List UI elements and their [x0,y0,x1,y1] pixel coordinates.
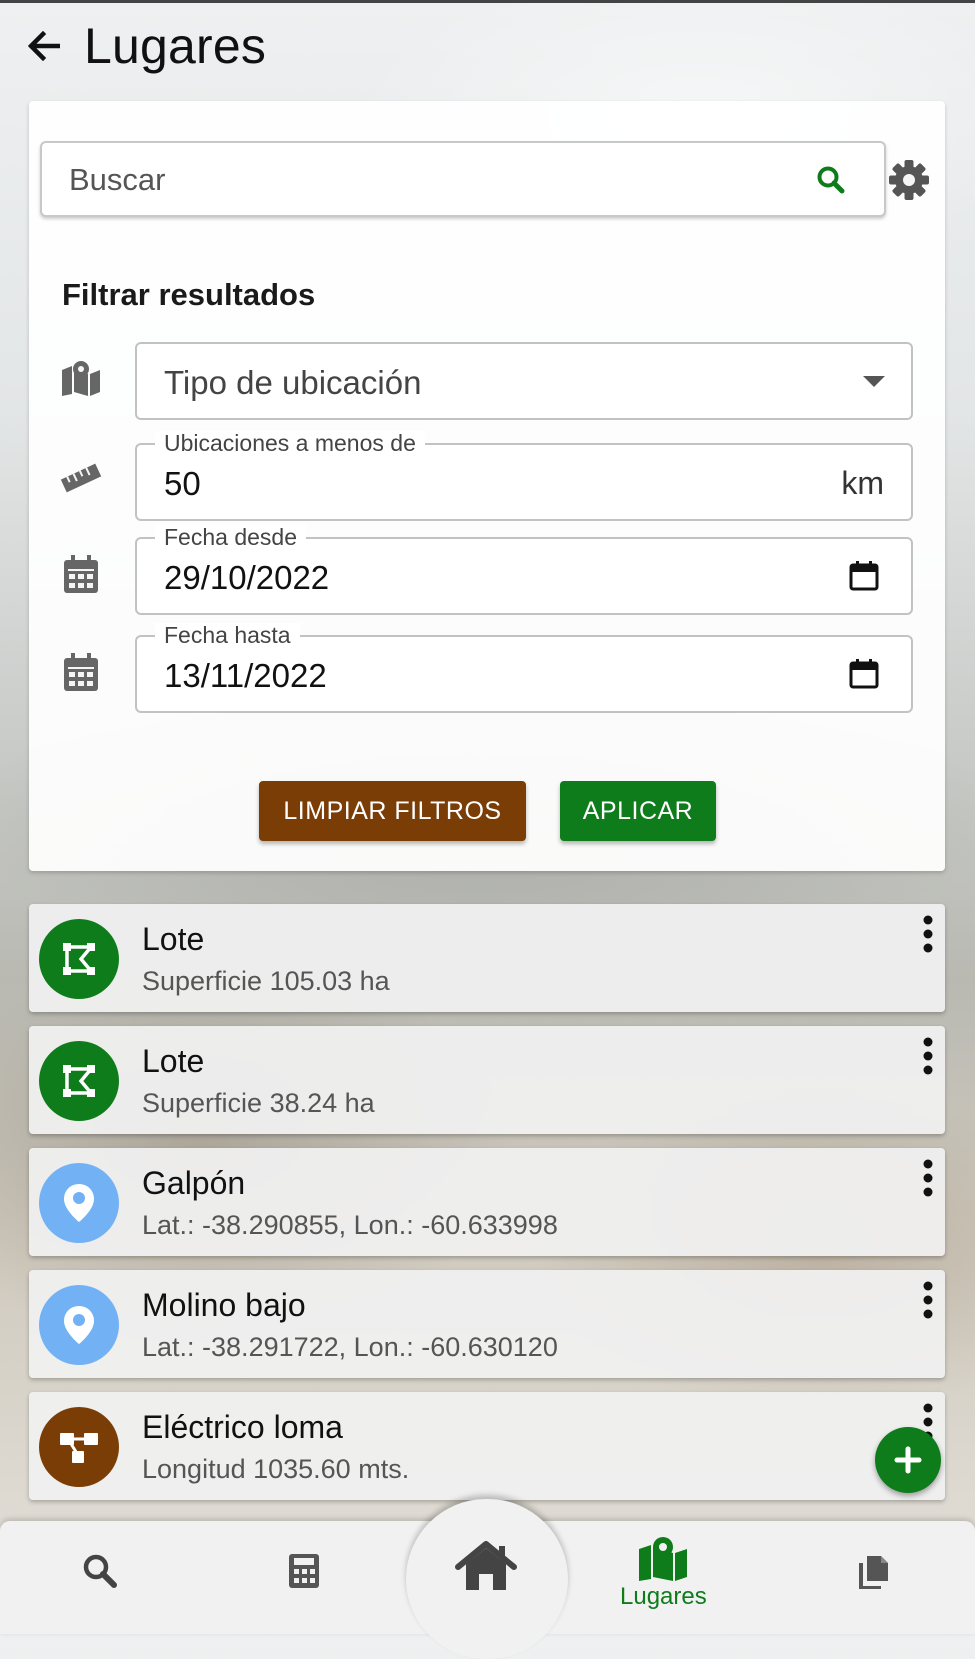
add-place-button[interactable] [875,1427,941,1493]
date-from-label: Fecha desde [155,525,306,549]
item-subtitle: Lat.: -38.290855, Lon.: -60.633998 [142,1210,558,1240]
ruler-icon [59,456,103,500]
line-network-icon [39,1407,119,1487]
date-to-label: Fecha hasta [155,623,300,647]
item-title: Lote [142,1043,205,1079]
plus-icon [894,1446,922,1474]
item-subtitle: Longitud 1035.60 mts. [142,1454,410,1484]
date-to-field[interactable]: Fecha hasta 13/11/2022 [135,623,913,713]
more-vertical-icon[interactable] [921,1280,935,1320]
calendar-icon [59,552,103,596]
documents-icon [859,1556,888,1589]
list-item[interactable]: Eléctrico loma Longitud 1035.60 mts. [29,1392,945,1500]
item-title: Molino bajo [142,1287,306,1323]
calendar-picker-icon[interactable] [849,659,879,689]
calculator-icon [289,1554,319,1588]
more-vertical-icon[interactable] [921,1158,935,1198]
date-from-field[interactable]: Fecha desde 29/10/2022 [135,525,913,615]
nav-calculator[interactable] [288,1553,320,1589]
item-subtitle: Superficie 105.03 ha [142,966,390,996]
list-item[interactable]: Lote Superficie 105.03 ha [29,904,945,1012]
more-vertical-icon[interactable] [921,914,935,954]
item-title: Lote [142,921,205,957]
distance-field[interactable]: Ubicaciones a menos de 50 km [135,431,913,521]
list-item[interactable]: Molino bajo Lat.: -38.291722, Lon.: -60.… [29,1270,945,1378]
nav-documents[interactable] [857,1555,889,1589]
list-item[interactable]: Galpón Lat.: -38.290855, Lon.: -60.63399… [29,1148,945,1256]
distance-unit: km [841,465,884,501]
distance-label: Ubicaciones a menos de [155,431,425,455]
nav-lugares[interactable]: Lugares [620,1535,707,1611]
home-icon [455,1541,517,1590]
status-bar-edge [0,0,975,3]
polygon-icon [39,919,119,999]
map-marker-icon [59,356,103,400]
nav-home[interactable] [455,1540,517,1592]
item-title: Eléctrico loma [142,1409,343,1445]
map-pin-icon [39,1163,119,1243]
header: Lugares [26,14,266,78]
filter-title: Filtrar resultados [62,277,316,312]
search-box [40,141,886,217]
date-to-value: 13/11/2022 [164,657,327,694]
search-input[interactable] [42,143,771,217]
more-vertical-icon[interactable] [921,1036,935,1076]
location-type-select[interactable]: Tipo de ubicación [135,342,913,420]
calendar-picker-icon[interactable] [849,561,879,591]
polygon-icon [39,1041,119,1121]
location-type-placeholder: Tipo de ubicación [164,364,422,401]
list-item[interactable]: Lote Superficie 38.24 ha [29,1026,945,1134]
item-subtitle: Superficie 38.24 ha [142,1088,375,1118]
filter-card: Filtrar resultados Tipo de ubicación Ubi… [29,101,945,871]
gear-icon[interactable] [887,158,931,202]
nav-lugares-label: Lugares [620,1583,707,1610]
page-title: Lugares [84,18,267,74]
nav-search[interactable] [82,1553,118,1589]
map-pin-icon [39,1285,119,1365]
search-icon[interactable] [816,165,846,195]
arrow-left-icon[interactable] [26,28,62,64]
distance-value: 50 [164,465,201,502]
clear-filters-button[interactable]: LIMPIAR FILTROS [259,781,526,841]
chevron-down-icon [863,376,885,387]
date-from-value: 29/10/2022 [164,559,330,596]
calendar-icon [59,650,103,694]
item-title: Galpón [142,1165,246,1201]
search-icon [83,1554,117,1588]
map-marker-icon [639,1537,688,1581]
apply-filters-button[interactable]: APLICAR [560,781,716,841]
item-subtitle: Lat.: -38.291722, Lon.: -60.630120 [142,1332,558,1362]
